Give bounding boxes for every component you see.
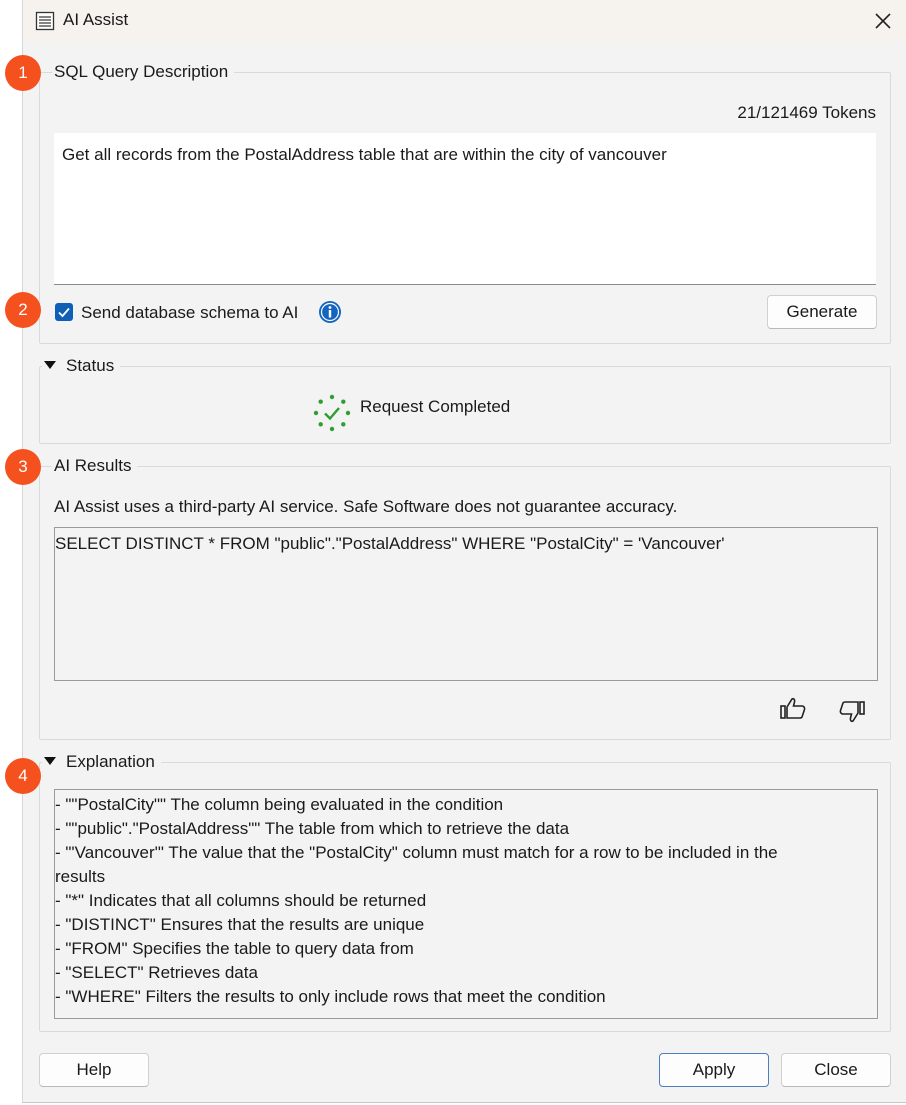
- status-message: Request Completed: [360, 397, 511, 416]
- help-button[interactable]: Help: [39, 1053, 149, 1087]
- ai-results-group: AI Results AI Assist uses a third-party …: [39, 456, 891, 740]
- sql-result-text: SELECT DISTINCT * FROM "public"."PostalA…: [55, 534, 725, 553]
- close-icon[interactable]: [872, 10, 894, 32]
- sql-query-description-group: SQL Query Description 21/121469 Tokens G…: [39, 62, 891, 344]
- query-description-input[interactable]: Get all records from the PostalAddress t…: [54, 133, 876, 285]
- window-title: AI Assist: [63, 10, 129, 29]
- success-spinner-icon: [313, 394, 351, 432]
- group-label-status: Status: [66, 356, 115, 375]
- explanation-toggle[interactable]: Explanation: [42, 752, 161, 772]
- ai-disclaimer: AI Assist uses a third-party AI service.…: [54, 497, 678, 516]
- collapse-triangle-icon: [44, 361, 56, 369]
- query-description-text: Get all records from the PostalAddress t…: [62, 145, 667, 164]
- group-label-query-description: SQL Query Description: [52, 62, 235, 82]
- status-toggle[interactable]: Status: [42, 356, 121, 376]
- document-list-icon: [35, 11, 55, 31]
- callout-marker-3: 3: [5, 449, 41, 485]
- info-icon[interactable]: [318, 300, 342, 324]
- checkmark-icon: [58, 307, 70, 318]
- explanation-line: - "*" Indicates that all columns should …: [55, 891, 427, 910]
- explanation-line: - ""public"."PostalAddress"" The table f…: [55, 819, 570, 838]
- group-label-ai-results: AI Results: [52, 456, 138, 476]
- explanation-group: Explanation - ""PostalCity"" The column …: [39, 752, 891, 1032]
- close-button[interactable]: Close: [781, 1053, 891, 1087]
- status-group: Status Request Completed: [39, 356, 891, 444]
- explanation-line: - "DISTINCT" Ensures that the results ar…: [55, 915, 425, 934]
- explanation-line: - ""PostalCity"" The column being evalua…: [55, 795, 504, 814]
- apply-button[interactable]: Apply: [659, 1053, 769, 1087]
- generate-button[interactable]: Generate: [767, 295, 877, 329]
- explanation-line: - "FROM" Specifies the table to query da…: [55, 939, 414, 958]
- callout-marker-1: 1: [5, 55, 41, 91]
- callout-marker-2: 2: [5, 292, 41, 328]
- explanation-output[interactable]: - ""PostalCity"" The column being evalua…: [54, 789, 878, 1019]
- send-schema-checkbox[interactable]: [55, 303, 73, 321]
- thumbs-down-icon[interactable]: [838, 698, 866, 724]
- title-bar: AI Assist: [23, 0, 906, 42]
- sql-result-output[interactable]: SELECT DISTINCT * FROM "public"."PostalA…: [54, 527, 878, 681]
- explanation-line: results: [55, 867, 106, 886]
- collapse-triangle-icon: [44, 757, 56, 765]
- explanation-line: - "SELECT" Retrieves data: [55, 963, 258, 982]
- ai-assist-dialog: AI Assist SQL Query Description 21/12146…: [22, 0, 906, 1103]
- callout-marker-4: 4: [5, 758, 41, 794]
- thumbs-up-icon[interactable]: [779, 696, 807, 722]
- send-schema-label[interactable]: Send database schema to AI: [81, 303, 298, 323]
- group-label-explanation: Explanation: [66, 752, 155, 771]
- token-count: 21/121469 Tokens: [737, 103, 876, 122]
- explanation-line: - "WHERE" Filters the results to only in…: [55, 987, 606, 1006]
- explanation-line: - "'Vancouver'" The value that the "Post…: [55, 843, 778, 862]
